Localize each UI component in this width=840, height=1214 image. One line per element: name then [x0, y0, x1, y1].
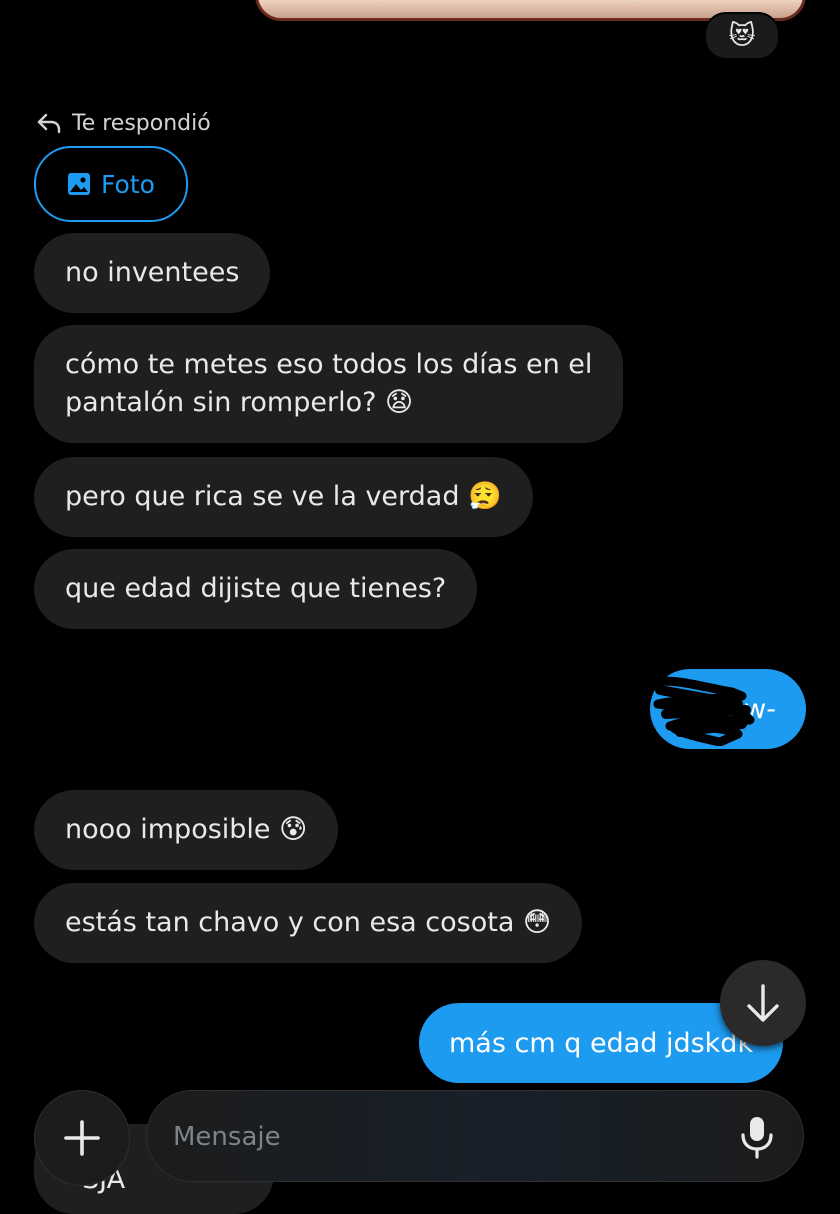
arrow-down-icon: [747, 984, 779, 1022]
message-composer[interactable]: [146, 1090, 804, 1182]
message-text: nooo imposible 😰: [65, 814, 308, 845]
add-attachment-button[interactable]: [34, 1090, 130, 1186]
message-bubble[interactable]: que edad dijiste que tienes?: [34, 549, 478, 629]
reply-arrow-icon: [37, 113, 61, 134]
attachment-label: Foto: [101, 169, 155, 199]
message-text-line: pantalón sin romperlo? 😧: [65, 387, 414, 418]
message-bubble[interactable]: nooo imposible 😰: [34, 790, 339, 870]
redaction-scribble: [649, 676, 755, 746]
plus-icon: [64, 1120, 100, 1156]
scroll-to-bottom-button[interactable]: [720, 960, 806, 1046]
message-bubble[interactable]: no inventees: [34, 233, 271, 313]
reply-photo-attachment[interactable]: Foto: [34, 146, 188, 222]
message-text-line: cómo te metes eso todos los días en el: [65, 349, 593, 380]
message-input[interactable]: [171, 1113, 715, 1161]
message-text: pero que rica se ve la verdad 😮‍💨: [65, 481, 502, 512]
message-bubble[interactable]: pero que rica se ve la verdad 😮‍💨: [34, 457, 533, 537]
message-text: más cm q edad jdskdk: [449, 1027, 754, 1059]
message-text: que edad dijiste que tienes?: [65, 573, 447, 604]
message-text: no inventees: [65, 257, 240, 288]
message-text: estás tan chavo y con esa cosota 😳: [65, 907, 552, 938]
image-icon: [68, 173, 91, 195]
message-bubble[interactable]: estás tan chavo y con esa cosota 😳: [34, 883, 583, 963]
microphone-icon[interactable]: [739, 1115, 775, 1159]
reply-indicator: Te respondió: [36, 108, 211, 138]
reaction-emoji: 😻: [728, 21, 756, 51]
message-bubble[interactable]: cómo te metes eso todos los días en el p…: [34, 325, 624, 443]
reaction-badge[interactable]: 😻: [704, 12, 780, 60]
reply-label: Te respondió: [72, 110, 211, 136]
